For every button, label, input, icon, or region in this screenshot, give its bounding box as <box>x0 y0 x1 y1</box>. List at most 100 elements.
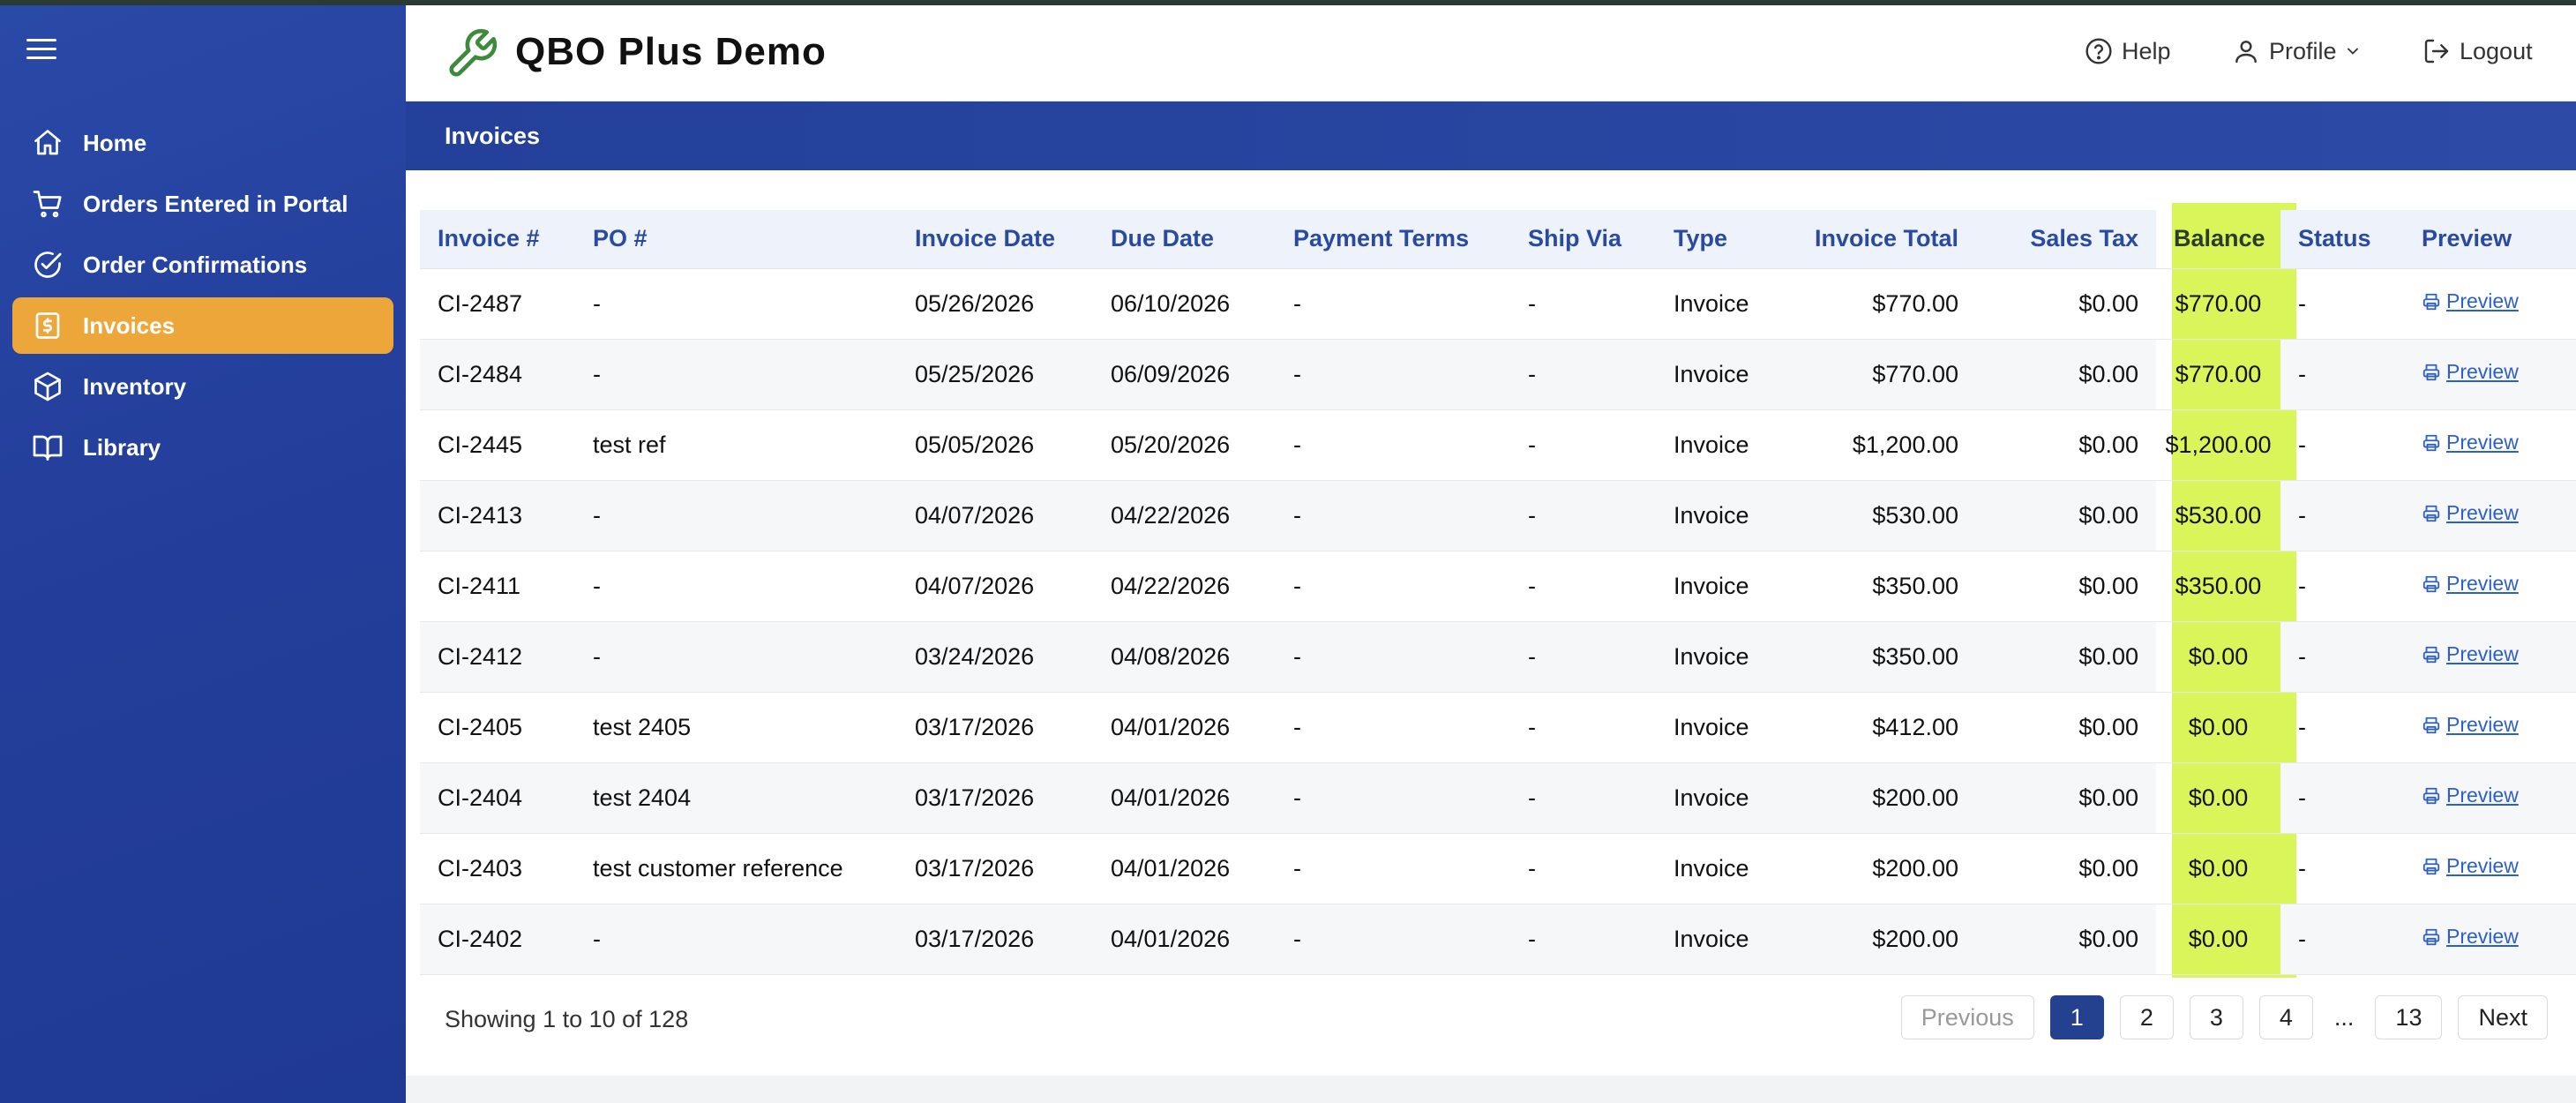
help-circle-icon <box>2086 38 2112 64</box>
cell-payment-terms: - <box>1276 268 1510 340</box>
cell-invoice-date: 03/17/2026 <box>897 692 1093 763</box>
sidebar-item-label: Library <box>83 433 161 461</box>
col-ship-via[interactable]: Ship Via <box>1510 210 1656 269</box>
help-button[interactable]: Help <box>2085 37 2171 65</box>
cell-balance: $770.00 <box>2156 339 2280 410</box>
menu-toggle-icon[interactable] <box>26 39 56 64</box>
user-icon <box>2235 41 2257 64</box>
cell-invoice-total: $200.00 <box>1793 762 1976 834</box>
cell-balance: $0.00 <box>2156 904 2280 975</box>
logout-label: Logout <box>2460 37 2533 64</box>
cell-invoice-total: $350.00 <box>1793 621 1976 693</box>
page-title: Invoices <box>445 123 541 149</box>
cell-invoice-number: CI-2487 <box>420 268 575 340</box>
profile-menu-button[interactable]: Profile <box>2232 37 2362 65</box>
printer-icon <box>2422 646 2440 663</box>
sidebar-item-home[interactable]: Home <box>12 115 393 171</box>
page-button-3[interactable]: 3 <box>2189 995 2243 1039</box>
table-row: CI-2404 test 2404 03/17/2026 04/01/2026- - In… <box>420 762 2576 834</box>
col-sales-tax[interactable]: Sales Tax <box>1976 210 2156 269</box>
cell-due-date: 04/22/2026 <box>1093 551 1276 622</box>
col-balance[interactable]: Balance <box>2156 210 2280 269</box>
cell-invoice-total: $350.00 <box>1793 551 1976 622</box>
col-type[interactable]: Type <box>1656 210 1793 269</box>
preview-link[interactable]: Preview <box>2422 642 2519 666</box>
preview-link[interactable]: Preview <box>2422 925 2519 949</box>
page-button-1[interactable]: 1 <box>2049 995 2104 1039</box>
preview-link[interactable]: Preview <box>2422 572 2519 596</box>
previous-page-button[interactable]: Previous <box>1900 995 2034 1039</box>
cell-balance: $0.00 <box>2156 621 2280 693</box>
cell-preview: Preview <box>2404 480 2576 552</box>
col-po-number[interactable]: PO # <box>575 210 897 269</box>
col-invoice-total[interactable]: Invoice Total <box>1793 210 1976 269</box>
logout-button[interactable]: Logout <box>2422 37 2533 65</box>
cell-ship-via: - <box>1510 409 1656 481</box>
cell-status: - <box>2280 339 2404 410</box>
printer-icon <box>2422 293 2440 310</box>
col-invoice-date[interactable]: Invoice Date <box>897 210 1093 269</box>
cell-balance: $350.00 <box>2156 551 2280 622</box>
cell-invoice-date: 03/17/2026 <box>897 833 1093 904</box>
cell-invoice-number: CI-2404 <box>420 762 575 834</box>
cell-preview: Preview <box>2404 621 2576 693</box>
preview-label: Preview <box>2446 501 2519 525</box>
cell-invoice-total: $530.00 <box>1793 480 1976 552</box>
cell-type: Invoice <box>1656 762 1793 834</box>
sidebar-item-order-confirmations[interactable]: Order Confirmations <box>12 236 393 293</box>
preview-link[interactable]: Preview <box>2422 713 2519 737</box>
col-status[interactable]: Status <box>2280 210 2404 269</box>
cell-due-date: 04/08/2026 <box>1093 621 1276 693</box>
sidebar-item-invoices[interactable]: Invoices <box>12 297 393 354</box>
preview-link[interactable]: Preview <box>2422 501 2519 525</box>
preview-link[interactable]: Preview <box>2422 289 2519 313</box>
preview-link[interactable]: Preview <box>2422 784 2519 807</box>
cell-type: Invoice <box>1656 268 1793 340</box>
next-page-button[interactable]: Next <box>2458 995 2548 1039</box>
page-button-2[interactable]: 2 <box>2119 995 2174 1039</box>
cell-preview: Preview <box>2404 904 2576 975</box>
cell-type: Invoice <box>1656 692 1793 763</box>
cell-payment-terms: - <box>1276 551 1510 622</box>
col-due-date[interactable]: Due Date <box>1093 210 1276 269</box>
preview-link[interactable]: Preview <box>2422 360 2519 384</box>
printer-icon <box>2422 858 2440 874</box>
printer-icon <box>2422 717 2440 733</box>
cell-sales-tax: $0.00 <box>1976 692 2156 763</box>
table-row: CI-2402-03/17/2026 04/01/2026- - Invoice $20… <box>420 904 2576 975</box>
cell-payment-terms: - <box>1276 621 1510 693</box>
page-button-13[interactable]: 13 <box>2375 995 2443 1039</box>
cell-preview: Preview <box>2404 692 2576 763</box>
cell-invoice-total: $200.00 <box>1793 904 1976 975</box>
cell-due-date: 04/22/2026 <box>1093 480 1276 552</box>
col-invoice-number[interactable]: Invoice # <box>420 210 575 269</box>
cell-po-number: test 2405 <box>575 692 897 763</box>
cell-due-date: 04/01/2026 <box>1093 692 1276 763</box>
cell-status: - <box>2280 551 2404 622</box>
preview-link[interactable]: Preview <box>2422 431 2519 454</box>
sidebar-item-inventory[interactable]: Inventory <box>12 358 393 415</box>
cell-invoice-date: 03/24/2026 <box>897 621 1093 693</box>
cell-ship-via: - <box>1510 339 1656 410</box>
sidebar-item-library[interactable]: Library <box>12 419 393 476</box>
table-row: CI-2412-03/24/2026 04/08/2026- - Invoice $35… <box>420 621 2576 693</box>
cell-payment-terms: - <box>1276 762 1510 834</box>
cell-po-number: - <box>575 339 897 410</box>
printer-icon <box>2422 434 2440 451</box>
col-payment-terms[interactable]: Payment Terms <box>1276 210 1510 269</box>
cell-status: - <box>2280 268 2404 340</box>
cell-sales-tax: $0.00 <box>1976 551 2156 622</box>
preview-label: Preview <box>2446 713 2519 737</box>
sidebar-item-orders-entered-in-portal[interactable]: Orders Entered in Portal <box>12 176 393 232</box>
cell-invoice-total: $770.00 <box>1793 339 1976 410</box>
cell-sales-tax: $0.00 <box>1976 904 2156 975</box>
cell-po-number: - <box>575 268 897 340</box>
page-button-4[interactable]: 4 <box>2258 995 2313 1039</box>
cell-sales-tax: $0.00 <box>1976 268 2156 340</box>
cell-due-date: 04/01/2026 <box>1093 904 1276 975</box>
table-header-row: Invoice # PO # Invoice Date Due Date Pay… <box>420 210 2576 269</box>
printer-icon <box>2422 787 2440 804</box>
cell-po-number: - <box>575 551 897 622</box>
chevron-down-icon <box>2347 48 2358 55</box>
preview-link[interactable]: Preview <box>2422 854 2519 878</box>
